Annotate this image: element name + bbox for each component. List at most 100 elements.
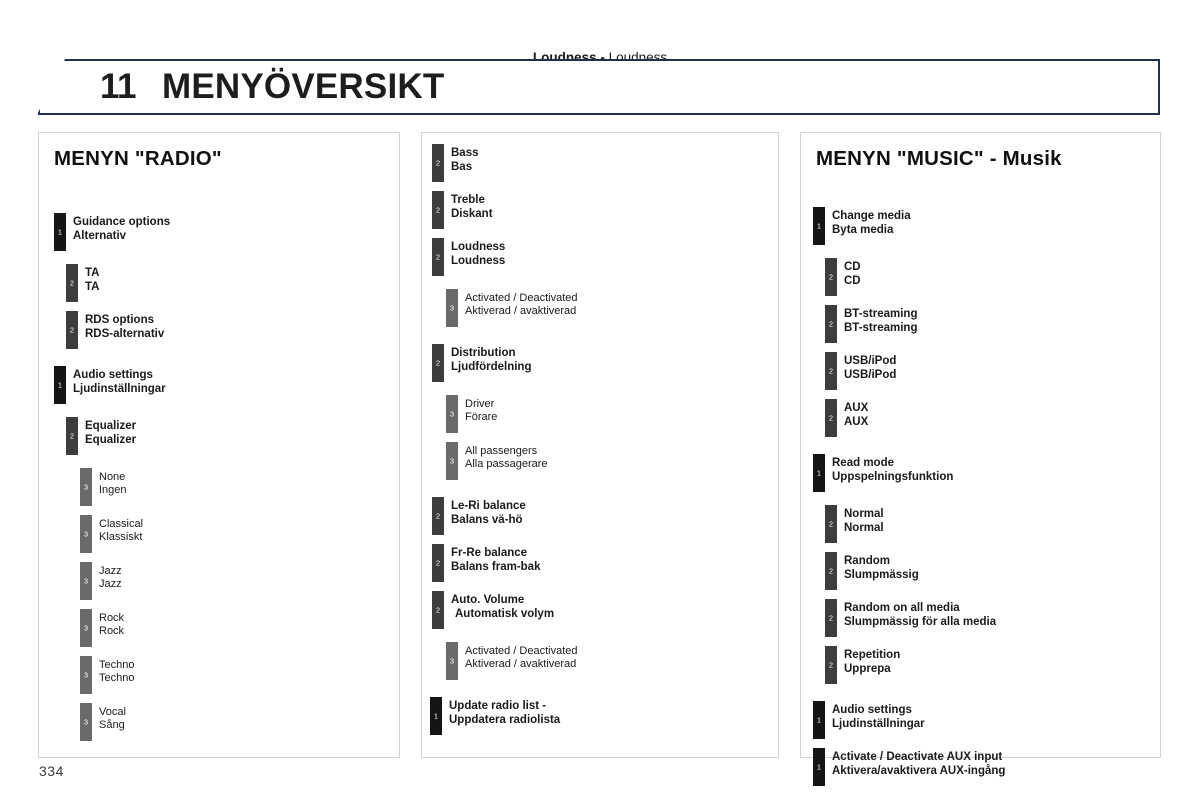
menu-label-en: Update radio list - [449, 700, 547, 712]
menu-label-en: Audio settings [73, 369, 153, 381]
chapter-banner-content: 11 MENYÖVERSIKT [38, 59, 1160, 115]
menu-node-level-2: 2 Treble Diskant [432, 191, 778, 229]
menu-label-sv: Diskant [451, 207, 493, 220]
menu-level-number: 2 [435, 605, 441, 615]
menu-label-sv: BT-streaming [844, 321, 918, 334]
menu-label-en: Equalizer [85, 420, 137, 432]
menu-level-indicator-2: 2 [66, 417, 78, 455]
menu-level-number: 3 [83, 482, 89, 492]
menu-node-labels: All passengers Alla passagerare [465, 445, 548, 471]
menu-level-number: 3 [83, 717, 89, 727]
menu-label-en: TA [85, 267, 100, 279]
menu-label-en: None [99, 471, 126, 483]
menu-node-labels: Rock Rock [99, 612, 124, 638]
menu-label-sv: Techno [99, 671, 135, 684]
menu-label-en: Random on all media [844, 602, 960, 614]
menu-node-labels: RDS options RDS-alternativ [85, 314, 164, 341]
menu-level-indicator-2: 2 [432, 238, 444, 276]
menu-level-number: 1 [816, 715, 822, 725]
menu-node-level-2: 2 Repetition Upprepa [825, 646, 1160, 684]
menu-label-en: Repetition [844, 649, 901, 661]
menu-label-en: Classical [99, 518, 144, 530]
menu-level-indicator-3: 3 [80, 468, 92, 506]
menu-label-sv: Bas [451, 160, 473, 173]
menu-level-number: 1 [57, 227, 63, 237]
menu-level-number: 2 [69, 278, 75, 288]
menu-level-number: 2 [828, 272, 834, 282]
menu-label-sv: USB/iPod [844, 368, 897, 381]
menu-label-en: AUX [844, 402, 869, 414]
menu-label-sv: Equalizer [85, 433, 137, 446]
menu-level-indicator-3: 3 [446, 442, 458, 480]
menu-level-number: 2 [69, 431, 75, 441]
menu-level-number: 3 [449, 409, 455, 419]
menu-node-level-2: 2 BT-streaming BT-streaming [825, 305, 1160, 343]
menu-level-indicator-3: 3 [80, 515, 92, 553]
menu-level-number: 2 [435, 358, 441, 368]
menu-node-labels: Random on all media Slumpmässig för alla … [844, 602, 996, 629]
menu-label-en: Change media [832, 210, 911, 222]
menu-label-sv: Automatisk volym [455, 607, 555, 620]
menu-level-indicator-1: 1 [813, 701, 825, 739]
menu-node-level-1: 1 Read mode Uppspelningsfunktion [813, 454, 1160, 492]
menu-label-sv: Förare [465, 410, 498, 423]
menu-node-level-2: 2 USB/iPod USB/iPod [825, 352, 1160, 390]
menu-label-sv: Ljudinställningar [832, 717, 925, 730]
menu-level-number: 3 [449, 456, 455, 466]
menu-label-sv: Ingen [99, 483, 127, 496]
menu-node-level-2: 2 Normal Normal [825, 505, 1160, 543]
menu-level-indicator-2: 2 [432, 544, 444, 582]
menu-label-sv: Slumpmässig för alla media [844, 615, 997, 628]
menu-level-indicator-2: 2 [432, 591, 444, 629]
menu-node-labels: Activate / Deactivate AUX input Aktivera/… [832, 751, 1005, 778]
menu-label-sv: Balans vä-hö [451, 513, 523, 526]
menu-level-number: 2 [435, 205, 441, 215]
menu-label-sv: Ljudfördelning [451, 360, 532, 373]
menu-label-en: Activated / Deactivated [465, 645, 578, 657]
menu-level-indicator-1: 1 [430, 697, 442, 735]
menu-level-indicator-2: 2 [825, 552, 837, 590]
menu-label-en: Le-Ri balance [451, 500, 526, 512]
menu-level-number: 2 [435, 158, 441, 168]
menu-level-indicator-2: 2 [825, 305, 837, 343]
menu-node-level-1: 1 Change media Byta media [813, 207, 1160, 245]
menu-node-labels: TA TA [85, 267, 99, 294]
menu-node-level-2: 2 Random on all media Slumpmässig för alla… [825, 599, 1160, 637]
menu-node-labels: Le-Ri balance Balans vä-hö [451, 500, 526, 527]
menu-level-number: 2 [828, 613, 834, 623]
menu-node-level-3: 3 Techno Techno [80, 656, 399, 694]
menu-level-indicator-2: 2 [825, 258, 837, 296]
menu-node-labels: Techno Techno [99, 659, 134, 685]
menu-node-labels: Read mode Uppspelningsfunktion [832, 457, 953, 484]
menu-level-indicator-3: 3 [80, 609, 92, 647]
menu-node-level-2: 2 Equalizer Equalizer [66, 417, 399, 455]
menu-level-indicator-2: 2 [432, 497, 444, 535]
menu-level-number: 1 [816, 762, 822, 772]
menu-node-level-2: 2 RDS options RDS-alternativ [66, 311, 399, 349]
menu-node-level-3: 3 Activated / Deactivated Aktiverad / avak… [446, 289, 778, 327]
menu-label-en: All passengers [465, 445, 538, 457]
menu-level-number: 2 [828, 660, 834, 670]
menu-level-number: 2 [828, 413, 834, 423]
menu-label-sv: Ljudinställningar [73, 382, 166, 395]
menu-node-level-3: 3 Driver Förare [446, 395, 778, 433]
menu-level-number: 2 [435, 558, 441, 568]
menu-label-sv: Sång [99, 718, 125, 731]
menu-level-number: 3 [83, 670, 89, 680]
menu-node-labels: Classical Klassiskt [99, 518, 143, 544]
menu-level-number: 1 [57, 380, 63, 390]
menu-columns: MENYN "RADIO" 1 Guidance options Alternati… [38, 132, 1162, 786]
menu-label-en: BT-streaming [844, 308, 918, 320]
menu-label-sv: Byta media [832, 223, 894, 236]
menu-node-level-2: 2 Fr-Re balance Balans fram-bak [432, 544, 778, 582]
menu-label-sv: Alla passagerare [465, 457, 548, 470]
menu-label-sv: Aktivera/avaktivera AUX-ingång [832, 764, 1006, 777]
menu-node-level-3: 3 Classical Klassiskt [80, 515, 399, 553]
menu-label-en: Jazz [99, 565, 122, 577]
menu-node-level-2: 2 Le-Ri balance Balans vä-hö [432, 497, 778, 535]
menu-node-labels: Repetition Upprepa [844, 649, 900, 676]
panel-music-menu: MENYN "MUSIC" - Musik 1 Change media Byta … [800, 132, 1161, 786]
menu-node-labels: AUX AUX [844, 402, 868, 429]
menu-node-level-1: 1 Audio settings Ljudinställningar [813, 701, 1160, 739]
menu-node-labels: Audio settings Ljudinställningar [832, 704, 925, 731]
